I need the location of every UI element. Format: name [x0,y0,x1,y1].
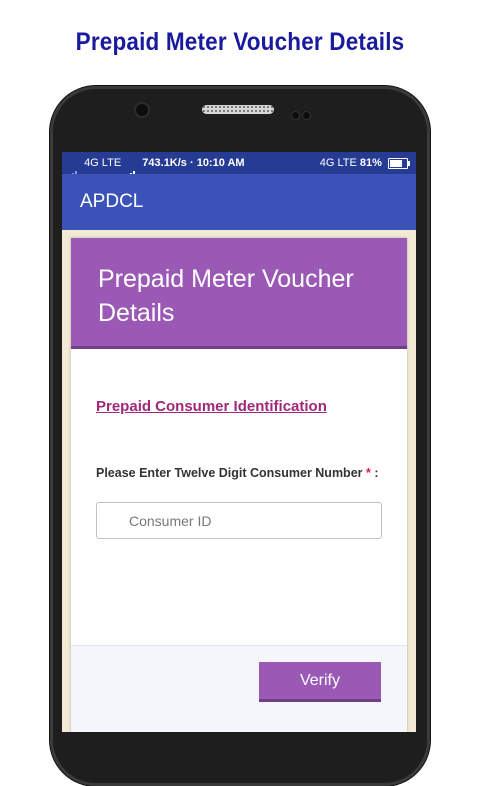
card-header: Prepaid Meter Voucher Details [71,238,407,349]
network-label-right: 4G LTE [319,157,357,169]
verify-button[interactable]: Verify [259,662,381,702]
consumer-id-input[interactable] [96,502,382,539]
phone-screen: 4G LTE 743.1K/s · 10:10 AM 4G LTE 81% AP… [62,152,416,732]
voucher-card: Prepaid Meter Voucher Details Prepaid Co… [71,238,407,732]
battery-percent: 81% [359,157,382,169]
consumer-number-label-text: Please Enter Twelve Digit Consumer Numbe… [96,466,363,480]
speed-time: 743.1K/s · 10:10 AM [142,157,245,169]
card-title: Prepaid Meter Voucher Details [98,265,354,327]
consumer-identification-link[interactable]: Prepaid Consumer Identification [96,398,327,415]
network-label-left: 4G LTE [84,157,122,169]
proximity-sensors [292,106,320,119]
app-bar: APDCL [62,174,416,230]
promo-title: Prepaid Meter Voucher Details [75,28,405,56]
front-camera [136,104,148,116]
status-bar: 4G LTE 743.1K/s · 10:10 AM 4G LTE 81% [62,152,416,181]
consumer-number-label: Please Enter Twelve Digit Consumer Numbe… [96,466,379,480]
signal-icon [124,158,136,181]
app-title: APDCL [80,191,144,212]
card-footer: Verify [71,645,407,732]
label-suffix: : [370,466,379,480]
earpiece-speaker [202,105,274,114]
signal-icon [66,158,78,181]
battery-icon [388,157,410,169]
